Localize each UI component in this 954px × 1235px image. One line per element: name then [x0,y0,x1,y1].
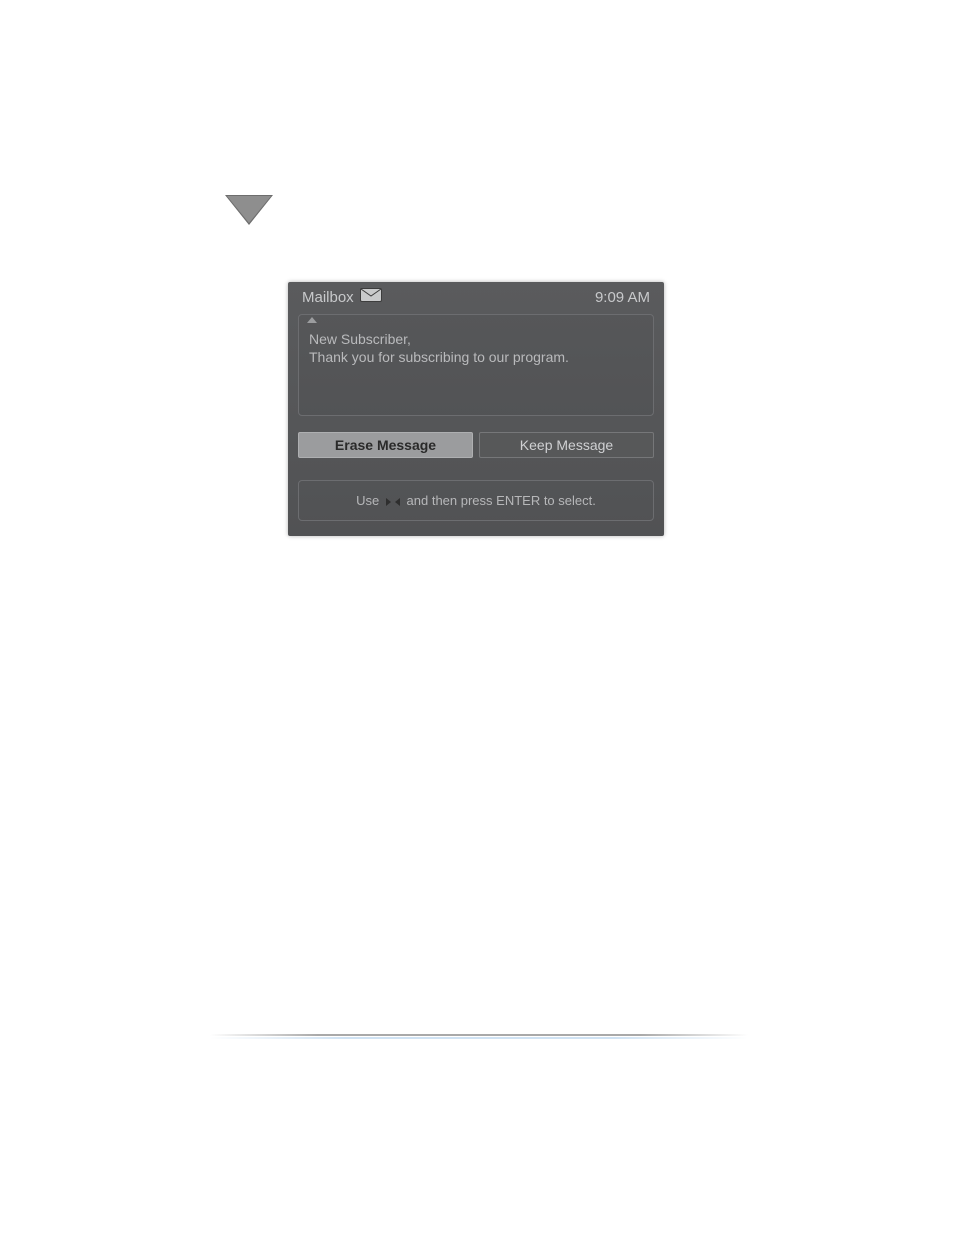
left-right-arrow-icon [385,497,401,507]
dialog-buttons: Erase Message Keep Message [298,432,654,458]
keep-message-button[interactable]: Keep Message [479,432,654,458]
mailbox-dialog: Mailbox 9:09 AM New Subscriber, Thank yo… [288,282,664,536]
clock-readout: 9:09 AM [595,289,650,306]
message-line: Thank you for subscribing to our program… [309,349,643,367]
dialog-title: Mailbox [302,289,354,306]
dialog-titlebar: Mailbox 9:09 AM [288,282,664,310]
scroll-up-icon[interactable] [307,317,317,323]
navigation-hint: Use and then press ENTER to select. [298,480,654,521]
message-line: New Subscriber, [309,331,643,349]
envelope-icon [360,288,382,306]
hint-post: and then press ENTER to select. [407,493,596,508]
erase-message-button[interactable]: Erase Message [298,432,473,458]
message-body: New Subscriber, Thank you for subscribin… [298,314,654,416]
hint-pre: Use [356,493,379,508]
down-triangle-icon [225,195,273,225]
horizontal-rule [210,1034,748,1040]
message-text: New Subscriber, Thank you for subscribin… [309,331,643,366]
